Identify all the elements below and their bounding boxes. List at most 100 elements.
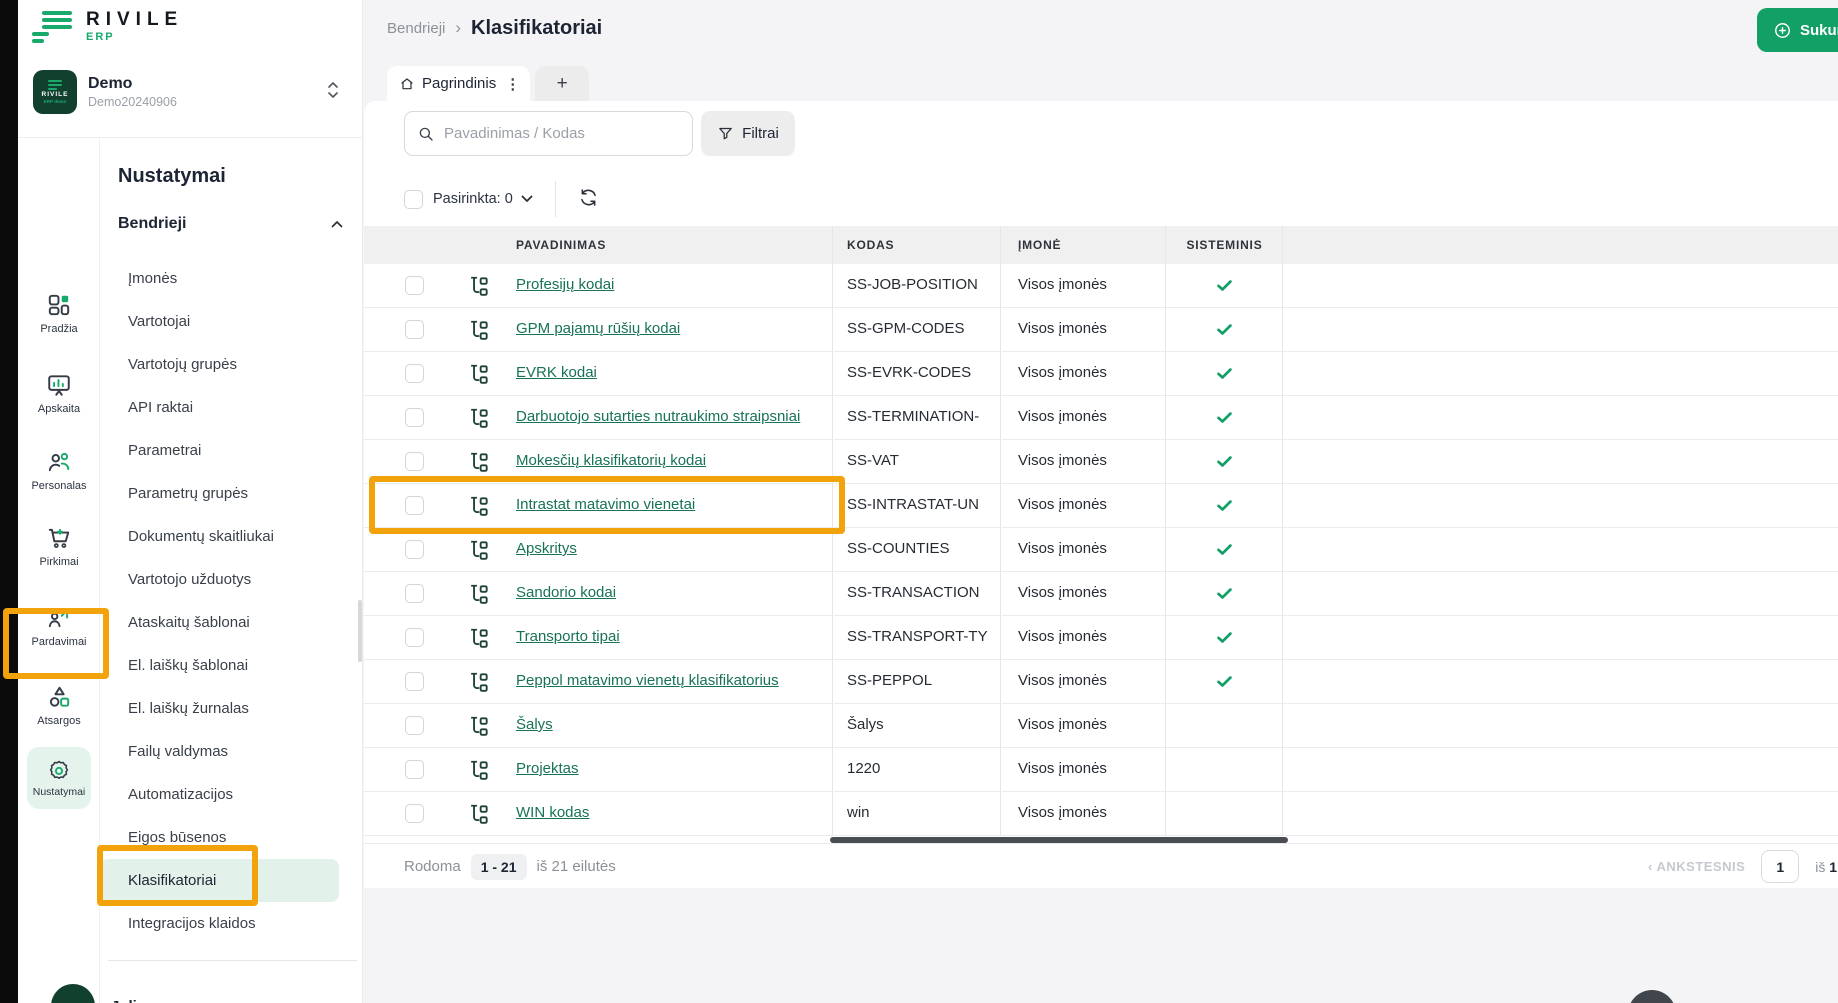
settings-menu-item[interactable]: Klasifikatoriai (100, 859, 339, 902)
row-checkbox[interactable] (405, 540, 424, 559)
settings-menu-item[interactable]: Eigos būsenos (100, 816, 363, 859)
sidebar-item-nustatymai[interactable]: Nustatymai (27, 747, 91, 809)
row-checkbox[interactable] (405, 452, 424, 471)
brand-name: RIVILE (86, 10, 183, 31)
row-checkbox[interactable] (405, 628, 424, 647)
settings-menu-item-label: Vartotojų grupės (128, 356, 237, 373)
table-row: Apskritys SS-COUNTIES Visos įmonės (364, 528, 1838, 572)
classifier-tree-icon (468, 451, 490, 473)
breadcrumb-parent[interactable]: Bendrieji (387, 20, 445, 37)
classifier-name-link[interactable]: EVRK kodai (516, 364, 597, 381)
submenu-bottom-divider (108, 960, 357, 961)
sidebar-item-apskaita[interactable]: Apskaita (18, 372, 100, 415)
column-header-kodas: KODAS (847, 226, 894, 264)
classifier-tree-icon (468, 715, 490, 737)
settings-section-bendrieji[interactable]: Bendrieji (118, 215, 343, 233)
classifier-name-link[interactable]: Profesijų kodai (516, 276, 614, 293)
settings-menu-item[interactable]: Failų valdymas (100, 730, 363, 773)
classifier-name-link[interactable]: Mokesčių klasifikatorių kodai (516, 452, 706, 469)
settings-menu-item[interactable]: Automatizacijos (100, 773, 363, 816)
sidebar-item-personalas[interactable]: Personalas (18, 449, 100, 492)
select-all-checkbox[interactable] (404, 190, 423, 209)
row-checkbox[interactable] (405, 408, 424, 427)
plus-circle-icon (1773, 21, 1792, 40)
systemic-check-icon (1167, 364, 1282, 383)
settings-menu-item[interactable]: API raktai (100, 386, 363, 429)
search-icon (417, 125, 435, 143)
previous-page-button[interactable]: ‹ ANKSTESNIS (1648, 859, 1745, 874)
classifier-name-link[interactable]: WIN kodas (516, 804, 589, 821)
sidebar-item-atsargos[interactable]: Atsargos (18, 684, 100, 727)
create-button[interactable]: Sukur (1757, 8, 1838, 52)
classifier-name-link[interactable]: Transporto tipai (516, 628, 620, 645)
settings-menu-item[interactable]: Dokumentų skaitliukai (100, 515, 363, 558)
row-checkbox[interactable] (405, 276, 424, 295)
classifier-name-link[interactable]: GPM pajamų rūšių kodai (516, 320, 680, 337)
settings-menu-item[interactable]: El. laiškų žurnalas (100, 687, 363, 730)
settings-menu-item[interactable]: El. laiškų šablonai (100, 644, 363, 687)
settings-menu-item[interactable]: Ataskaitų šablonai (100, 601, 363, 644)
systemic-check-icon (1167, 320, 1282, 339)
settings-menu-item[interactable]: Parametrų grupės (100, 472, 363, 515)
classifier-name-link[interactable]: Darbuotojo sutarties nutraukimo straipsn… (516, 408, 800, 425)
settings-menu-item-label: API raktai (128, 399, 193, 416)
row-checkbox[interactable] (405, 716, 424, 735)
classifier-tree-icon (468, 275, 490, 297)
settings-menu-item-label: Įmonės (128, 270, 177, 287)
row-checkbox[interactable] (405, 496, 424, 515)
company-code: Demo20240906 (88, 95, 177, 109)
classifier-name-link[interactable]: Projektas (516, 760, 579, 777)
column-header-imone: ĮMONĖ (1018, 226, 1061, 264)
settings-menu-item[interactable]: Integracijos klaidos (100, 902, 363, 945)
row-checkbox[interactable] (405, 364, 424, 383)
row-checkbox[interactable] (405, 760, 424, 779)
settings-menu-item-label: El. laiškų šablonai (128, 657, 248, 674)
table-footer: Rodoma 1 - 21 iš 21 eilutės ‹ ANKSTESNIS… (364, 843, 1838, 888)
submenu-scrollbar[interactable] (358, 600, 362, 662)
user-profile-partial[interactable]: Juli (51, 984, 137, 1003)
row-checkbox[interactable] (405, 804, 424, 823)
systemic-check-icon (1167, 540, 1282, 559)
sidebar-item-pirkimai[interactable]: Pirkimai (18, 525, 100, 568)
row-checkbox[interactable] (405, 320, 424, 339)
classifier-name-link[interactable]: Apskritys (516, 540, 577, 557)
settings-menu-item[interactable]: Parametrai (100, 429, 363, 472)
row-code-cell: SS-GPM-CODES (847, 320, 995, 337)
row-company-cell: Visos įmonės (1018, 496, 1107, 513)
settings-menu-title: Nustatymai (118, 165, 226, 188)
settings-menu-item[interactable]: Vartotojai (100, 300, 363, 343)
systemic-check-icon (1167, 408, 1282, 427)
settings-menu-item[interactable]: Vartotojo užduotys (100, 558, 363, 601)
add-tab-button[interactable]: + (535, 66, 589, 101)
tab-menu-icon[interactable]: ⋮ (503, 75, 520, 93)
row-code-cell: Šalys (847, 716, 995, 733)
classifier-name-link[interactable]: Intrastat matavimo vienetai (516, 496, 695, 513)
row-code-cell: SS-TRANSACTION (847, 584, 995, 601)
sidebar-item-pradzia[interactable]: Pradžia (18, 292, 100, 335)
sidebar-item-pardavimai[interactable]: Pardavimai (18, 605, 100, 648)
classifier-name-link[interactable]: Sandorio kodai (516, 584, 616, 601)
row-checkbox[interactable] (405, 584, 424, 603)
filter-button[interactable]: Filtrai (701, 111, 795, 156)
settings-menu-item-label: Ataskaitų šablonai (128, 614, 250, 631)
accounting-board-icon (46, 372, 72, 398)
classifier-tree-icon (468, 627, 490, 649)
page-number-input[interactable]: 1 (1761, 850, 1799, 883)
sidebar: RIVILE ERP RIVILE ERP demo Demo Demo2024… (18, 0, 363, 1003)
tab-pagrindinis[interactable]: Pagrindinis ⋮ (387, 66, 530, 101)
classifier-name-link[interactable]: Šalys (516, 716, 553, 733)
chevron-down-icon[interactable] (521, 190, 533, 208)
settings-menu-item[interactable]: Įmonės (100, 257, 363, 300)
settings-menu-item-label: Integracijos klaidos (128, 915, 256, 932)
classifier-name-link[interactable]: Peppol matavimo vienetų klasifikatorius (516, 672, 779, 689)
refresh-button[interactable] (578, 187, 602, 211)
row-checkbox[interactable] (405, 672, 424, 691)
company-switcher[interactable]: RIVILE ERP demo Demo Demo20240906 (33, 62, 351, 122)
row-code-cell: SS-VAT (847, 452, 995, 469)
search-input[interactable] (444, 125, 680, 142)
table-row: Peppol matavimo vienetų klasifikatorius … (364, 660, 1838, 704)
row-company-cell: Visos įmonės (1018, 320, 1107, 337)
settings-menu-item[interactable]: Vartotojų grupės (100, 343, 363, 386)
table-row: Šalys Šalys Visos įmonės (364, 704, 1838, 748)
main-content: Bendrieji › Klasifikatoriai Sukur Pagrin… (363, 0, 1838, 1003)
